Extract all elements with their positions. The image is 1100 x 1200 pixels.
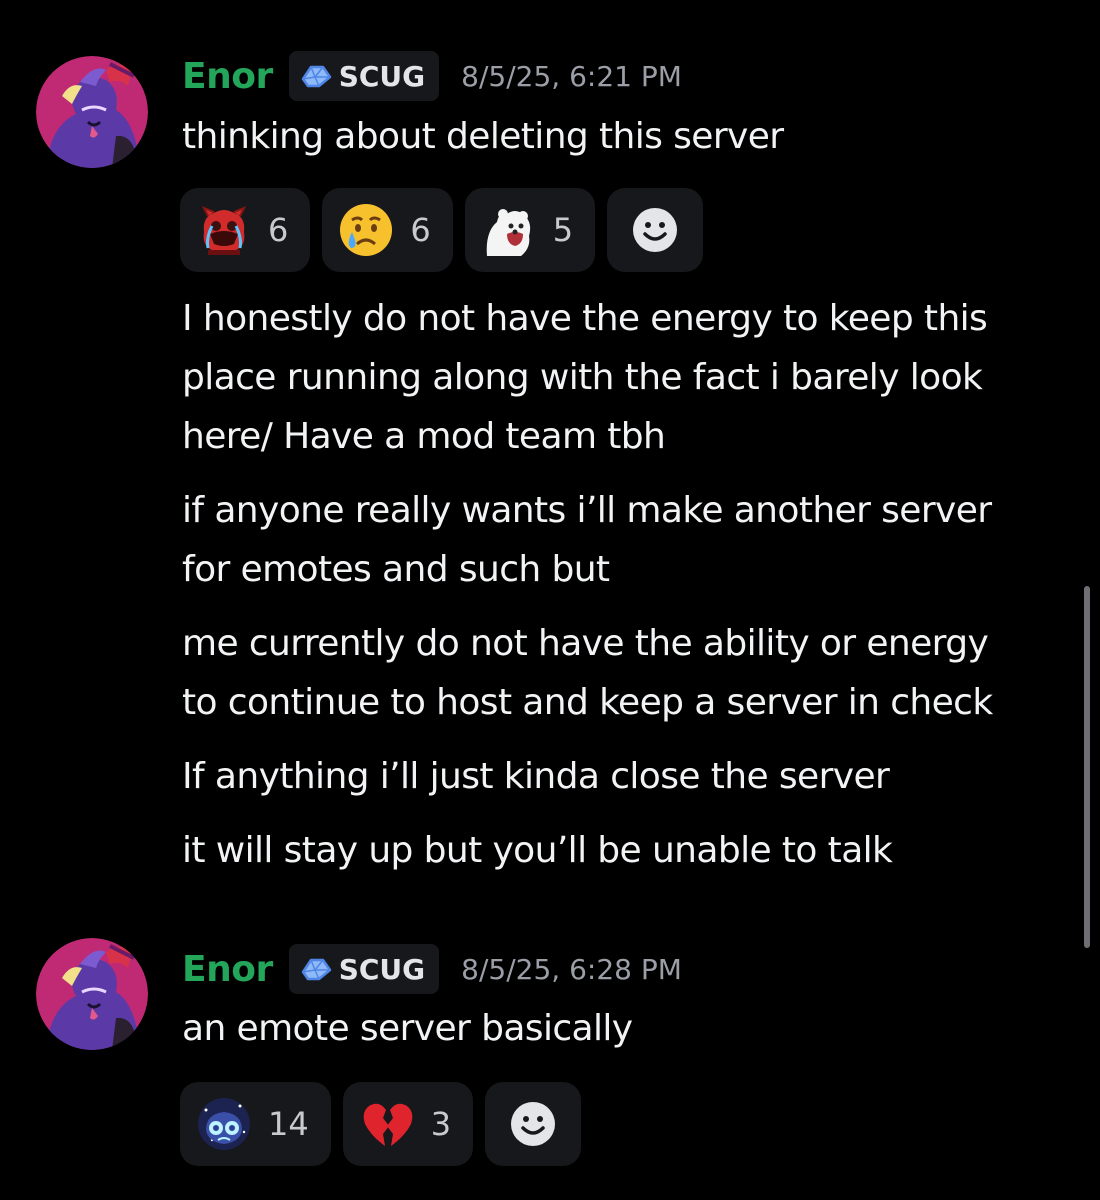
- message-text: it will stay up but you’ll be unable to …: [182, 830, 893, 871]
- username[interactable]: Enor: [182, 56, 273, 97]
- server-tag-label: SCUG: [338, 59, 426, 93]
- reaction-count: 6: [410, 211, 431, 249]
- crystal-icon: [301, 65, 331, 88]
- reaction-button[interactable]: 3: [342, 1082, 474, 1166]
- server-tag-badge[interactable]: SCUG: [288, 944, 440, 994]
- reaction-count: 3: [430, 1105, 452, 1143]
- reaction-count: 5: [552, 211, 574, 249]
- crystal-icon: [301, 958, 331, 981]
- reaction-button[interactable]: 14: [180, 1082, 331, 1166]
- server-tag-badge[interactable]: SCUG: [288, 51, 440, 101]
- starry-crying-emoji-icon: [198, 1098, 250, 1150]
- message-text: me currently do not have the ability or …: [182, 623, 989, 664]
- message-header: Enor SCUG 8/5/25, 6:21 PM: [182, 50, 682, 102]
- reaction-button[interactable]: 6: [180, 188, 311, 272]
- message-text: If anything i’ll just kinda close the se…: [182, 756, 890, 797]
- avatar-image-icon: [36, 938, 148, 1050]
- message-header: Enor SCUG 8/5/25, 6:28 PM: [182, 943, 682, 995]
- message-text: for emotes and such but: [182, 549, 610, 590]
- message-timestamp: 8/5/25, 6:28 PM: [461, 952, 682, 986]
- crying-face-emoji-icon: [340, 204, 393, 256]
- user-avatar[interactable]: [36, 938, 148, 1050]
- server-tag-label: SCUG: [338, 952, 426, 986]
- message-text: thinking about deleting this server: [182, 116, 784, 157]
- reaction-count: 6: [268, 211, 289, 249]
- username[interactable]: Enor: [182, 949, 273, 990]
- reaction-button[interactable]: 5: [464, 188, 596, 272]
- add-reaction-smiley-icon: [511, 1102, 556, 1146]
- add-reaction-smiley-icon: [633, 208, 678, 252]
- scrollbar-thumb[interactable]: [1084, 586, 1090, 948]
- reaction-button[interactable]: 6: [322, 188, 453, 272]
- message-text: to continue to host and keep a server in…: [182, 682, 993, 723]
- white-bear-emoji-icon: [486, 209, 530, 256]
- user-avatar[interactable]: [36, 56, 148, 168]
- reaction-count: 14: [268, 1105, 309, 1143]
- message-timestamp: 8/5/25, 6:21 PM: [461, 59, 682, 93]
- red-crying-creature-emoji-icon: [201, 206, 247, 255]
- message-text: place running along with the fact i bare…: [182, 357, 983, 398]
- add-reaction-button[interactable]: [607, 188, 704, 272]
- message-text: here/ Have a mod team tbh: [182, 416, 666, 457]
- message-text: an emote server basically: [182, 1008, 633, 1049]
- reaction-bar: 6 6 5: [180, 188, 704, 272]
- message-text: I honestly do not have the energy to kee…: [182, 298, 988, 339]
- reaction-bar: 14 3: [180, 1082, 582, 1166]
- add-reaction-button[interactable]: [485, 1082, 582, 1166]
- avatar-image-icon: [36, 56, 148, 168]
- broken-heart-emoji-icon: [363, 1103, 413, 1146]
- message-text: if anyone really wants i’ll make another…: [182, 490, 992, 531]
